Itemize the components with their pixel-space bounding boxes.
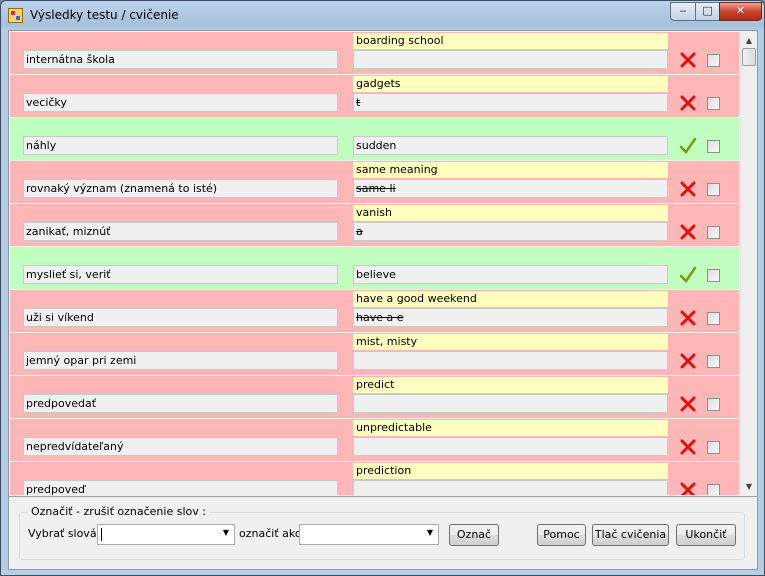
results-list: internátna škola boarding school vecičky ga… [10,32,739,495]
source-word-field[interactable]: predpoveď [23,480,338,495]
print-exercise-button[interactable]: Tlač cvičenia [592,524,669,546]
correct-answer-hint: gadgets [353,76,668,92]
source-word-field[interactable]: vecičky [23,93,338,112]
mark-checkbox[interactable] [707,441,720,454]
answer-field[interactable]: same li [353,179,668,198]
app-icon [8,8,23,23]
select-words-label: Vybrať slová [28,527,97,540]
result-row: predpovedať predict [10,376,739,418]
scroll-up-arrow-icon[interactable]: ▲ [741,32,757,49]
title-bar[interactable]: Výsledky testu / cvičenie ‒ □ ✕ [1,1,764,31]
answer-field[interactable] [353,50,668,69]
client-area: internátna škola boarding school vecičky ga… [8,30,758,570]
result-row: vecičky gadgets t [10,75,739,117]
mark-checkbox[interactable] [707,398,720,411]
cross-icon [678,437,698,457]
source-word-field[interactable]: náhly [23,136,338,155]
result-row: predpoveď prediction [10,462,739,495]
mark-checkbox[interactable] [707,269,720,282]
correct-answer-hint: unpredictable [353,420,668,436]
correct-answer-hint: vanish [353,205,668,221]
cross-icon [678,480,698,495]
mark-checkbox[interactable] [707,226,720,239]
source-word-field[interactable]: zanikať, miznúť [23,222,338,241]
correct-answer-hint: prediction [353,463,668,479]
cross-icon [678,394,698,414]
mark-checkbox[interactable] [707,97,720,110]
text-cursor [101,528,102,541]
source-word-field[interactable]: uži si víkend [23,308,338,327]
answer-field[interactable] [353,394,668,413]
dropdown-arrow-icon[interactable]: ▼ [427,528,433,537]
close-button[interactable]: ✕ [719,2,762,21]
correct-answer-hint: predict [353,377,668,393]
cross-icon [678,351,698,371]
window-title: Výsledky testu / cvičenie [30,8,179,22]
answer-field[interactable]: a [353,222,668,241]
mark-checkbox[interactable] [707,484,720,495]
cross-icon [678,179,698,199]
result-row: náhly sudden [10,118,739,160]
scrollbar-thumb[interactable] [742,48,756,66]
result-row: myslieť si, veriť believe [10,247,739,289]
scroll-down-arrow-icon[interactable]: ▼ [741,478,757,495]
answer-field[interactable] [353,480,668,495]
help-button[interactable]: Pomoc [537,524,586,546]
results-window: Výsledky testu / cvičenie ‒ □ ✕ internát… [0,0,765,576]
cross-icon [678,308,698,328]
exit-button[interactable]: Ukončiť [676,524,736,546]
divider [9,496,757,497]
answer-field[interactable]: sudden [353,136,668,155]
result-row: uži si víkend have a good weekend have a e [10,290,739,332]
cross-icon [678,50,698,70]
source-word-field[interactable]: myslieť si, veriť [23,265,338,284]
select-words-dropdown[interactable]: ▼ [97,524,235,545]
mark-checkbox[interactable] [707,140,720,153]
source-word-field[interactable]: jemný opar pri zemi [23,351,338,370]
correct-answer-hint: have a good weekend [353,291,668,307]
minimize-button[interactable]: ‒ [670,2,696,21]
answer-field[interactable]: believe [353,265,668,284]
correct-answer-hint: boarding school [353,33,668,49]
answer-field[interactable]: have a e [353,308,668,327]
checkmark-icon [678,136,698,156]
group-label: Označiť - zrušiť označenie slov : [28,505,209,518]
source-word-field[interactable]: internátna škola [23,50,338,69]
answer-field[interactable]: t [353,93,668,112]
mark-as-label: označiť ako [239,527,302,540]
source-word-field[interactable]: predpovedať [23,394,338,413]
mark-checkbox[interactable] [707,355,720,368]
maximize-button[interactable]: □ [695,2,720,21]
result-row: zanikať, miznúť vanish a [10,204,739,246]
dropdown-arrow-icon[interactable]: ▼ [223,528,229,537]
vertical-scrollbar[interactable]: ▲ ▼ [740,32,757,495]
mark-checkbox[interactable] [707,54,720,67]
mark-checkbox[interactable] [707,183,720,196]
cross-icon [678,93,698,113]
correct-answer-hint: same meaning [353,162,668,178]
source-word-field[interactable]: nepredvídateľaný [23,437,338,456]
result-row: nepredvídateľaný unpredictable [10,419,739,461]
answer-field[interactable] [353,351,668,370]
mark-checkbox[interactable] [707,312,720,325]
source-word-field[interactable]: rovnaký význam (znamená to isté) [23,179,338,198]
checkmark-icon [678,265,698,285]
cross-icon [678,222,698,242]
mark-button[interactable]: Označ [449,524,499,546]
result-row: rovnaký význam (znamená to isté) same mea… [10,161,739,203]
result-row: jemný opar pri zemi mist, misty [10,333,739,375]
correct-answer-hint: mist, misty [353,334,668,350]
result-row: internátna škola boarding school [10,32,739,74]
mark-as-dropdown[interactable]: ▼ [299,524,439,545]
answer-field[interactable] [353,437,668,456]
